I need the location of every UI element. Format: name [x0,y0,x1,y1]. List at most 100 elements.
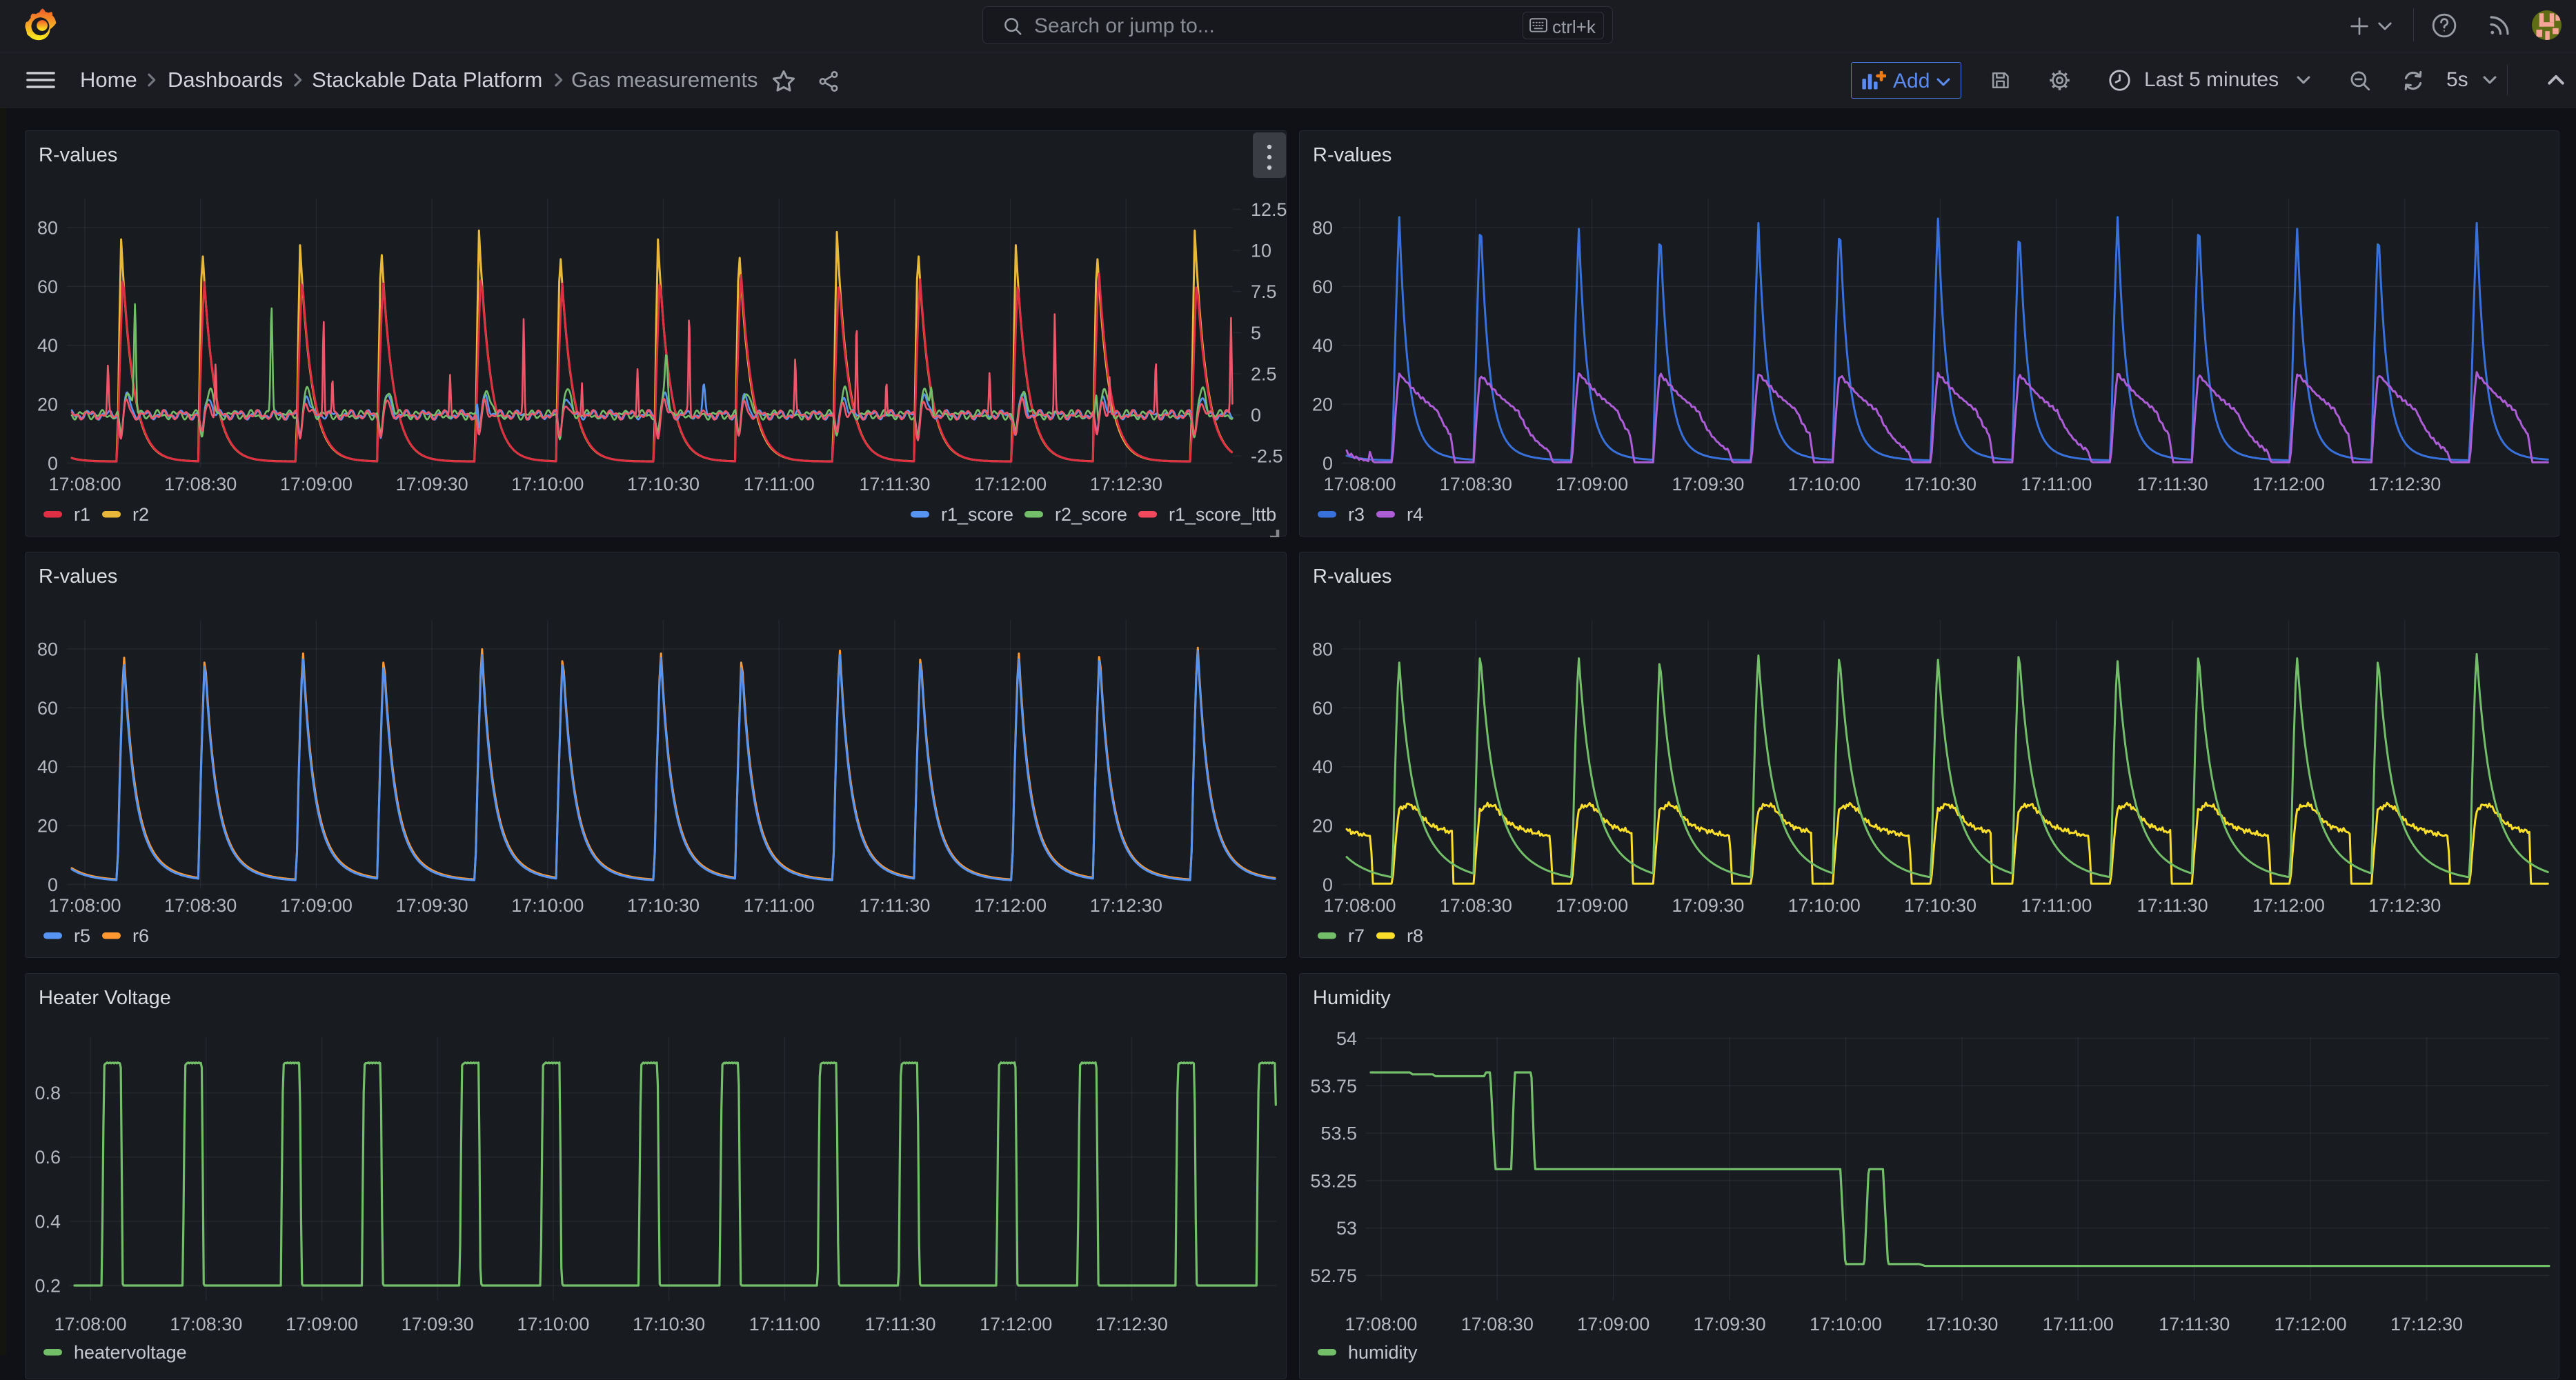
svg-text:r3: r3 [1348,504,1365,525]
svg-text:80: 80 [1312,217,1333,238]
svg-text:Heater Voltage: Heater Voltage [39,987,171,1009]
svg-text:17:12:30: 17:12:30 [2368,474,2441,494]
svg-text:17:11:00: 17:11:00 [2043,1314,2114,1334]
svg-text:17:08:00: 17:08:00 [1323,895,1396,916]
svg-text:40: 40 [37,335,58,356]
svg-text:54: 54 [1336,1028,1357,1049]
svg-text:17:08:00: 17:08:00 [48,474,121,494]
svg-text:60: 60 [1312,698,1333,719]
svg-text:40: 40 [1312,757,1333,777]
svg-text:17:11:00: 17:11:00 [2021,895,2092,916]
svg-text:-2.5: -2.5 [1251,446,1283,467]
svg-text:17:11:30: 17:11:30 [859,474,930,494]
svg-text:0: 0 [1322,453,1333,474]
svg-text:17:09:30: 17:09:30 [1672,895,1744,916]
svg-text:17:12:00: 17:12:00 [974,895,1047,916]
svg-text:17:10:00: 17:10:00 [1788,474,1861,494]
svg-text:10: 10 [1251,241,1271,261]
svg-text:7.5: 7.5 [1251,281,1277,302]
svg-text:17:09:30: 17:09:30 [1694,1314,1766,1334]
svg-text:R-values: R-values [1313,144,1391,166]
svg-text:0: 0 [48,874,58,895]
svg-text:17:12:00: 17:12:00 [974,474,1047,494]
svg-text:0.2: 0.2 [34,1276,61,1297]
svg-text:17:11:00: 17:11:00 [744,474,815,494]
svg-text:17:10:00: 17:10:00 [511,474,584,494]
svg-text:17:09:00: 17:09:00 [280,895,353,916]
svg-text:Humidity: Humidity [1313,987,1391,1009]
svg-text:R-values: R-values [39,566,117,588]
svg-text:53.75: 53.75 [1310,1076,1357,1097]
svg-text:17:10:00: 17:10:00 [1788,895,1861,916]
svg-text:R-values: R-values [1313,566,1391,588]
svg-text:5: 5 [1251,323,1261,343]
svg-text:r4: r4 [1407,504,1423,525]
svg-text:r6: r6 [132,926,149,946]
svg-text:17:08:30: 17:08:30 [1440,895,1512,916]
svg-text:0.4: 0.4 [34,1211,61,1232]
svg-text:17:10:00: 17:10:00 [517,1314,589,1334]
svg-text:17:08:00: 17:08:00 [48,895,121,916]
svg-text:53.5: 53.5 [1320,1123,1357,1144]
svg-text:17:08:30: 17:08:30 [164,895,237,916]
svg-text:0.6: 0.6 [34,1147,61,1168]
svg-text:r2: r2 [132,504,149,525]
svg-text:17:10:30: 17:10:30 [1925,1314,1998,1334]
svg-text:17:10:30: 17:10:30 [627,474,700,494]
svg-text:R-values: R-values [39,144,117,166]
svg-text:17:09:00: 17:09:00 [1556,895,1628,916]
svg-text:20: 20 [1312,394,1333,415]
svg-text:0.8: 0.8 [34,1083,61,1103]
svg-text:60: 60 [37,277,58,297]
svg-text:53.25: 53.25 [1310,1170,1357,1191]
svg-text:r1: r1 [74,504,90,525]
svg-text:17:08:30: 17:08:30 [1461,1314,1534,1334]
svg-text:17:08:30: 17:08:30 [170,1314,242,1334]
svg-text:17:12:30: 17:12:30 [1096,1314,1168,1334]
svg-text:17:12:30: 17:12:30 [1090,474,1162,494]
svg-text:17:10:30: 17:10:30 [627,895,700,916]
svg-text:2.5: 2.5 [1251,363,1277,384]
svg-text:20: 20 [1312,816,1333,837]
svg-text:heatervoltage: heatervoltage [74,1342,187,1363]
svg-text:20: 20 [37,394,58,415]
svg-text:17:11:30: 17:11:30 [2137,895,2208,916]
svg-text:17:12:30: 17:12:30 [1090,895,1162,916]
svg-text:52.75: 52.75 [1310,1266,1357,1286]
svg-text:17:08:30: 17:08:30 [164,474,237,494]
svg-text:17:11:30: 17:11:30 [864,1314,935,1334]
svg-text:17:11:30: 17:11:30 [859,895,930,916]
svg-text:r2_score: r2_score [1055,504,1127,525]
svg-text:17:08:30: 17:08:30 [1440,474,1512,494]
svg-text:17:08:00: 17:08:00 [1323,474,1396,494]
svg-text:0: 0 [48,453,58,474]
svg-text:17:10:30: 17:10:30 [633,1314,705,1334]
svg-text:17:11:30: 17:11:30 [2137,474,2208,494]
svg-text:17:09:30: 17:09:30 [396,474,468,494]
svg-text:17:11:00: 17:11:00 [744,895,815,916]
svg-text:r1_score_lttb: r1_score_lttb [1169,504,1276,525]
svg-text:17:09:30: 17:09:30 [1672,474,1744,494]
svg-text:12.5: 12.5 [1251,199,1287,220]
svg-text:17:10:00: 17:10:00 [511,895,584,916]
svg-text:53: 53 [1336,1218,1357,1239]
svg-text:17:11:00: 17:11:00 [749,1314,820,1334]
svg-text:17:09:30: 17:09:30 [402,1314,474,1334]
svg-text:60: 60 [1312,277,1333,297]
svg-text:17:12:00: 17:12:00 [2252,474,2325,494]
svg-text:17:09:00: 17:09:00 [1556,474,1628,494]
svg-text:0: 0 [1322,874,1333,895]
svg-text:17:09:00: 17:09:00 [1577,1314,1649,1334]
svg-text:r8: r8 [1407,926,1423,946]
svg-text:r5: r5 [74,926,90,946]
svg-text:r7: r7 [1348,926,1365,946]
svg-text:0: 0 [1251,405,1261,426]
svg-text:40: 40 [37,757,58,777]
svg-text:humidity: humidity [1348,1342,1418,1363]
svg-text:80: 80 [37,639,58,659]
svg-text:17:12:00: 17:12:00 [2275,1314,2347,1334]
svg-text:17:08:00: 17:08:00 [55,1314,127,1334]
svg-text:17:09:00: 17:09:00 [280,474,353,494]
svg-text:17:08:00: 17:08:00 [1345,1314,1417,1334]
svg-text:80: 80 [37,217,58,238]
